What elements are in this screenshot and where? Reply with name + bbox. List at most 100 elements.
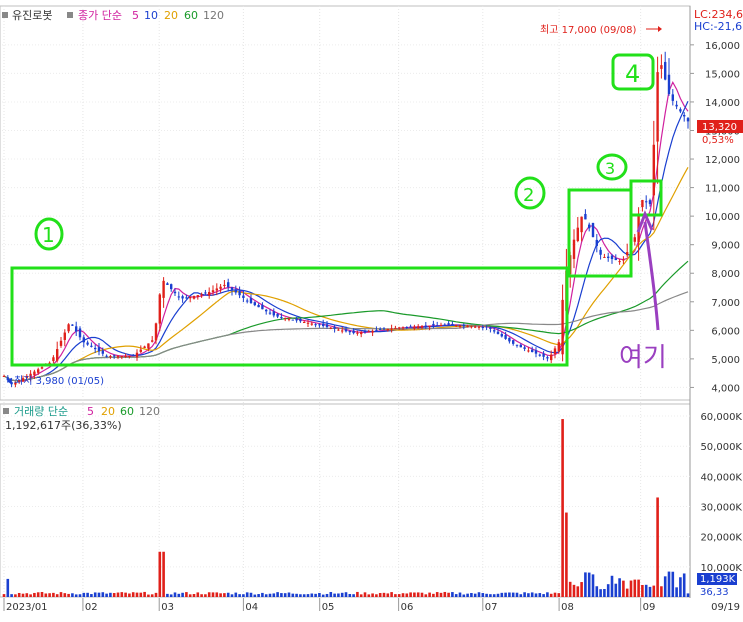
candle-body (428, 325, 431, 328)
candle-body (56, 349, 59, 361)
volume-bar (527, 593, 530, 597)
price-tick-label: 5,000 (711, 355, 740, 366)
candle-body (356, 332, 359, 334)
vol-ma-20: 20 (101, 405, 115, 418)
candle-body (614, 258, 617, 261)
candle-body (371, 330, 374, 333)
candle-body (489, 327, 492, 330)
volume-bar (6, 578, 10, 597)
volume-bar (131, 592, 135, 597)
price-tick-label: 12,000 (705, 155, 740, 166)
volume-bar (105, 593, 108, 597)
candle-body (166, 283, 169, 285)
candle-body (462, 325, 465, 327)
volume-bar (310, 593, 314, 597)
volume-tick-label: 60,000K (700, 412, 742, 423)
candle-body (542, 353, 545, 357)
volume-bar (447, 592, 450, 597)
candle-body (477, 326, 481, 328)
candle-body (485, 326, 488, 328)
date-tick-label: 2023/01 (6, 602, 48, 613)
candle-body (401, 327, 405, 329)
candle-body (158, 294, 161, 324)
candle-body (310, 323, 313, 325)
volume-bar (382, 592, 386, 597)
candle-body (595, 239, 598, 246)
ma-period-60: 60 (184, 9, 198, 22)
volume-bar (489, 594, 492, 597)
candle-body (481, 326, 484, 328)
volume-bar (283, 593, 287, 597)
candle-body (576, 227, 579, 242)
volume-bar (663, 576, 667, 597)
volume-bar (371, 593, 374, 597)
volume-bar (139, 592, 143, 597)
volume-bar (637, 579, 640, 597)
candle-body (538, 354, 541, 356)
candle-body (652, 144, 655, 196)
volume-bar (78, 594, 82, 597)
candle-body (447, 323, 450, 325)
candle-body (63, 332, 66, 340)
candle-body (455, 325, 458, 327)
volume-bar (230, 594, 234, 597)
candle-body (367, 331, 370, 333)
volume-bar (10, 594, 13, 597)
candle-body (132, 354, 135, 356)
candle-body (287, 318, 291, 320)
current-volume-pct: 36,33 (700, 587, 729, 598)
candle-body (588, 224, 591, 229)
volume-bar (59, 592, 63, 597)
menu-icon[interactable] (2, 12, 8, 18)
candle-body (116, 356, 120, 358)
volume-bar (36, 592, 40, 597)
stock-chart[interactable]: 16,00015,00014,00013,00012,00011,00010,0… (0, 0, 743, 622)
price-tick-label: 4,000 (711, 383, 740, 394)
volume-panel[interactable] (0, 403, 691, 598)
candle-body (591, 222, 595, 238)
volume-bar (378, 593, 382, 597)
volume-bar (367, 594, 371, 597)
candle-body (474, 326, 477, 328)
volume-bar (257, 594, 260, 597)
volume-menu-icon[interactable] (3, 408, 9, 414)
ma-legend-label: 종가 단순 (78, 9, 122, 22)
volume-bar (546, 592, 549, 597)
volume-bar (120, 592, 124, 597)
volume-bar (242, 594, 245, 597)
volume-bar (204, 594, 207, 597)
volume-bar (420, 592, 424, 597)
candle-body (493, 330, 496, 332)
candle-body (550, 354, 553, 361)
candle-body (249, 298, 253, 304)
date-tick-label: 05 (322, 602, 335, 613)
hc-label: HC:-21,6 (694, 20, 742, 33)
volume-bar (264, 594, 268, 597)
candle-body (37, 369, 40, 373)
candle-body (71, 324, 74, 326)
candle-body (59, 340, 63, 346)
vol-ma-120: 120 (139, 405, 160, 418)
candle-body (314, 324, 317, 326)
candle-body (246, 300, 249, 302)
candle-body (52, 357, 55, 362)
volume-bar (458, 592, 462, 597)
candle-body (580, 216, 583, 233)
candle-body (135, 352, 139, 358)
candle-body (173, 291, 177, 294)
candle-body (417, 326, 420, 329)
volume-bar (416, 592, 420, 597)
candle-body (420, 326, 424, 328)
volume-bar (245, 592, 249, 597)
volume-bar (606, 584, 610, 597)
candle-body (375, 329, 378, 331)
volume-bar (534, 593, 538, 597)
candle-body (523, 347, 526, 349)
candle-body (257, 304, 260, 308)
ma-settings-icon[interactable] (67, 12, 73, 18)
volume-bar (234, 592, 238, 597)
candle-body (352, 330, 355, 334)
candle-body (177, 296, 180, 298)
candle-body (508, 337, 511, 342)
volume-bar (584, 572, 587, 597)
